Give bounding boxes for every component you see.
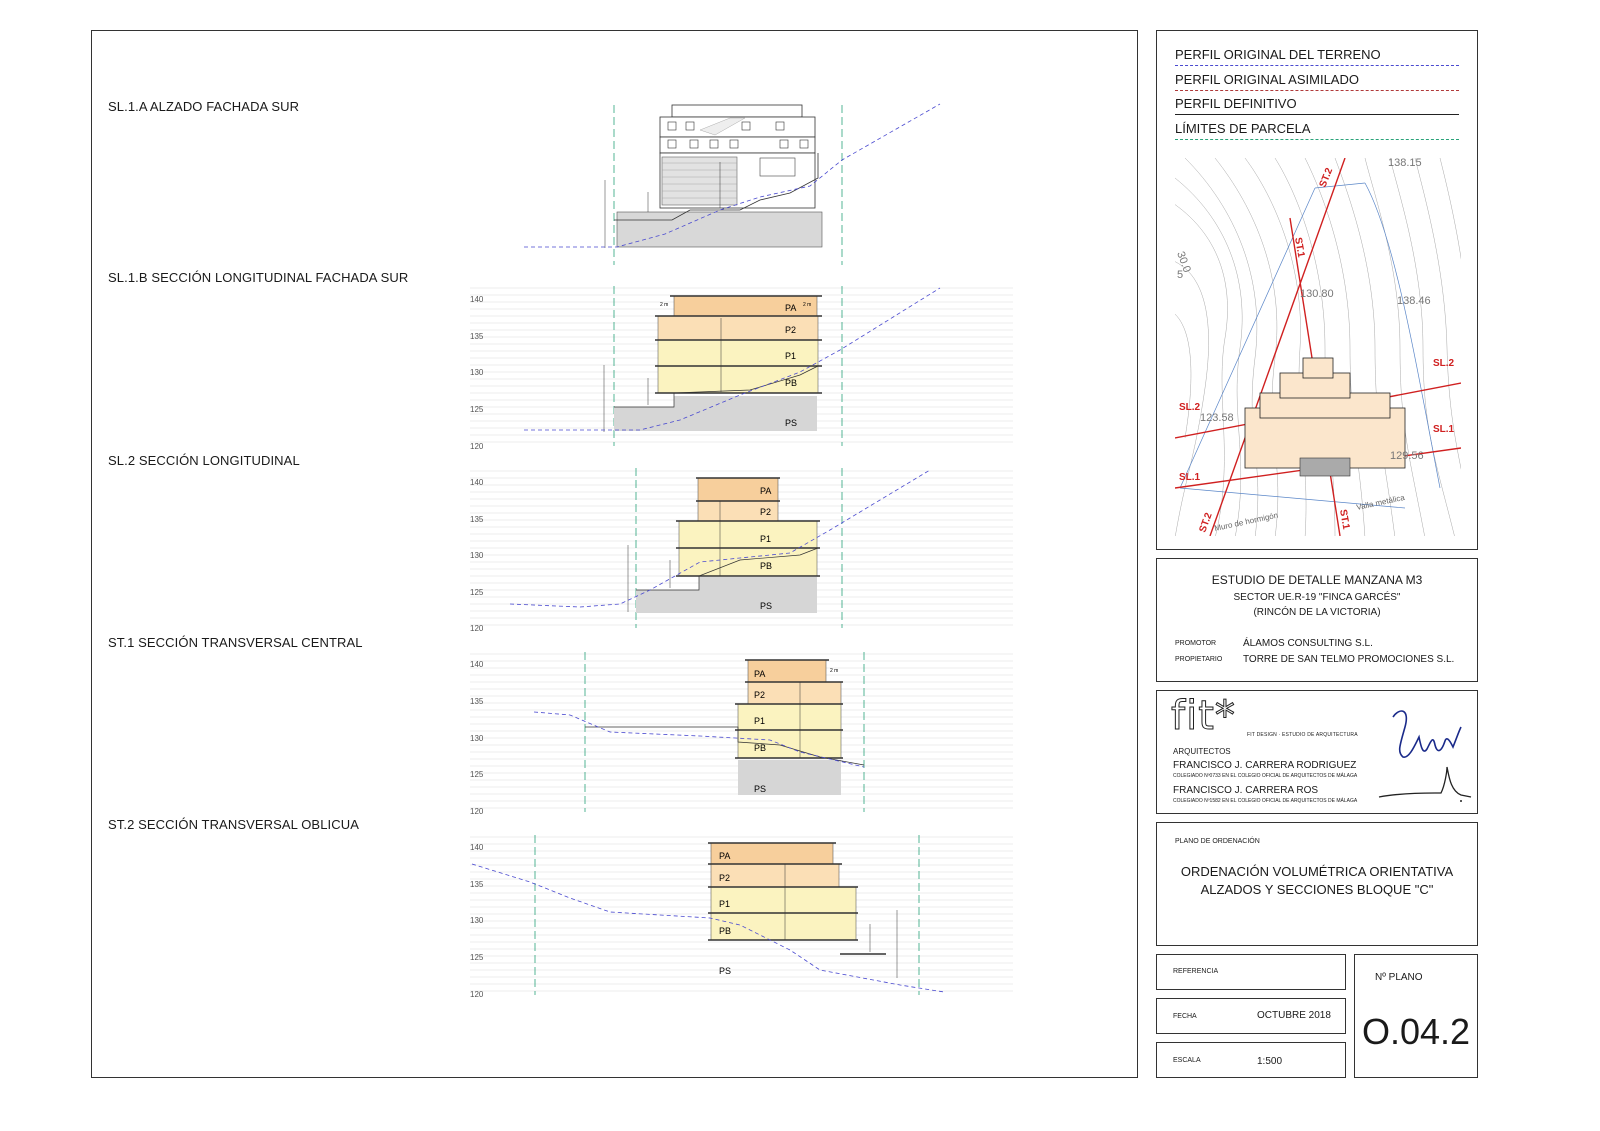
drawing-st2: 140 135 130 125 120 PA P2 P1 PB PS <box>470 835 1013 999</box>
section-marker: SL.1 <box>1433 424 1455 435</box>
floor-label: P1 <box>785 351 796 361</box>
level-label: 140 <box>470 295 484 304</box>
fecha-label: FECHA <box>1173 1013 1197 1020</box>
floor-label: PB <box>785 378 797 388</box>
floor-label: PB <box>760 561 772 571</box>
plan-number-box: Nº PLANO O.04.2 <box>1354 954 1478 1078</box>
drawing-sl1b: 140 135 130 125 120 PA P2 P1 PB PS 2 m 2… <box>470 286 1013 451</box>
plan-title-2: ALZADOS Y SECCIONES BLOQUE "C" <box>1200 882 1434 897</box>
dim-label: 2 m <box>830 668 838 674</box>
section-marker: SL.2 <box>1179 402 1201 413</box>
escala-box: ESCALA 1:500 <box>1156 1042 1346 1078</box>
plan-number-label: Nº PLANO <box>1375 972 1423 983</box>
level-label: 140 <box>470 478 484 487</box>
site-plan-map: 138.15 130.80 138.46 123.58 129.56 30.0 … <box>1175 158 1461 536</box>
promotor-value: ÁLAMOS CONSULTING S.L. <box>1243 638 1373 649</box>
level-label: 125 <box>470 770 484 779</box>
promotor-label: PROMOTOR <box>1175 640 1217 647</box>
contour-label: 5 <box>1177 269 1183 281</box>
studio-logo: fit* <box>1171 693 1236 740</box>
level-label: 120 <box>470 990 484 999</box>
section-marker: SL.2 <box>1433 358 1455 369</box>
floor-label: PB <box>754 743 766 753</box>
floor-label: PA <box>760 486 771 496</box>
signature-image <box>1378 710 1472 802</box>
floor-label: PS <box>785 418 797 428</box>
architect-reg-2: COLEGIADO Nº1582 EN EL COLEGIO OFICIAL D… <box>1173 798 1358 804</box>
level-label: 130 <box>470 916 484 925</box>
plan-label: PLANO DE ORDENACIÓN <box>1175 838 1260 845</box>
level-label: 125 <box>470 953 484 962</box>
legend-item-terreno: PERFIL ORIGINAL DEL TERRENO <box>1175 47 1459 66</box>
level-label: 135 <box>470 515 484 524</box>
floor-label: PA <box>785 303 796 313</box>
spot-level: 138.15 <box>1388 158 1422 169</box>
drawing-sl2: 140 135 130 125 120 PA P2 P1 PB PS <box>470 468 1013 633</box>
dim-label: 2 m <box>803 302 811 308</box>
architects-panel: fit* FIT DESIGN · ESTUDIO DE ARQUITECTUR… <box>1156 690 1478 814</box>
referencia-label: REFERENCIA <box>1173 968 1219 975</box>
propietario-value: TORRE DE SAN TELMO PROMOCIONES S.L. <box>1243 654 1455 665</box>
floor-label: P1 <box>760 534 771 544</box>
escala-value: 1:500 <box>1257 1056 1283 1067</box>
level-label: 120 <box>470 442 484 451</box>
fecha-value: OCTUBRE 2018 <box>1257 1010 1331 1021</box>
floor-label: PA <box>719 851 730 861</box>
level-label: 130 <box>470 551 484 560</box>
project-panel: ESTUDIO DE DETALLE MANZANA M3 SECTOR UE.… <box>1156 558 1478 682</box>
floor-label: PA <box>754 669 765 679</box>
legend-panel: PERFIL ORIGINAL DEL TERRENO PERFIL ORIGI… <box>1156 30 1478 550</box>
floor-label: PS <box>760 601 772 611</box>
legend-item-definitivo: PERFIL DEFINITIVO <box>1175 96 1459 115</box>
floor-label: PS <box>719 966 731 976</box>
floor-label: P1 <box>754 716 765 726</box>
architect-name-1: FRANCISCO J. CARRERA RODRIGUEZ <box>1173 760 1357 771</box>
spot-level: 130.80 <box>1300 288 1334 300</box>
project-town: (RINCÓN DE LA VICTORIA) <box>1253 607 1381 618</box>
referencia-box: REFERENCIA <box>1156 954 1346 990</box>
spot-level: 129.56 <box>1390 450 1424 462</box>
drawing-sl1a <box>524 103 941 265</box>
studio-name: FIT DESIGN · ESTUDIO DE ARQUITECTURA <box>1247 732 1358 738</box>
level-label: 135 <box>470 697 484 706</box>
spot-level: 123.58 <box>1200 412 1234 424</box>
drawing-st1: 140 135 130 125 120 PA P2 P1 PB PS 2 m <box>470 652 1013 816</box>
floor-label: PB <box>719 926 731 936</box>
project-sector: SECTOR UE.R-19 "FINCA GARCÉS" <box>1233 592 1401 603</box>
spot-level: 138.46 <box>1397 295 1431 307</box>
architect-name-2: FRANCISCO J. CARRERA ROS <box>1173 785 1319 796</box>
level-label: 135 <box>470 332 484 341</box>
level-label: 140 <box>470 843 484 852</box>
plan-number: O.04.2 <box>1361 1011 1471 1052</box>
legend-item-parcela: LÍMITES DE PARCELA <box>1175 121 1459 140</box>
project-title: ESTUDIO DE DETALLE MANZANA M3 <box>1211 573 1423 587</box>
fecha-box: FECHA OCTUBRE 2018 <box>1156 998 1346 1034</box>
level-label: 135 <box>470 880 484 889</box>
level-label: 130 <box>470 734 484 743</box>
escala-label: ESCALA <box>1173 1057 1201 1064</box>
floor-label: P1 <box>719 899 730 909</box>
floor-label: P2 <box>754 690 765 700</box>
floor-label: P2 <box>760 507 771 517</box>
legend-item-asimilado: PERFIL ORIGINAL ASIMILADO <box>1175 72 1459 91</box>
level-label: 120 <box>470 624 484 633</box>
architects-label: ARQUITECTOS <box>1173 747 1231 756</box>
level-label: 125 <box>470 405 484 414</box>
level-label: 140 <box>470 660 484 669</box>
floor-label: P2 <box>785 325 796 335</box>
level-label: 125 <box>470 588 484 597</box>
section-marker: SL.1 <box>1179 472 1201 483</box>
floor-label: P2 <box>719 873 730 883</box>
level-label: 130 <box>470 368 484 377</box>
plan-panel: PLANO DE ORDENACIÓN ORDENACIÓN VOLUMÉTRI… <box>1156 822 1478 946</box>
floor-label: PS <box>754 784 766 794</box>
propietario-label: PROPIETARIO <box>1175 656 1223 663</box>
level-label: 120 <box>470 807 484 816</box>
architect-reg-1: COLEGIADO Nº0733 EN EL COLEGIO OFICIAL D… <box>1173 773 1358 779</box>
plan-title-1: ORDENACIÓN VOLUMÉTRICA ORIENTATIVA <box>1180 864 1454 879</box>
dim-label: 2 m <box>660 302 668 308</box>
